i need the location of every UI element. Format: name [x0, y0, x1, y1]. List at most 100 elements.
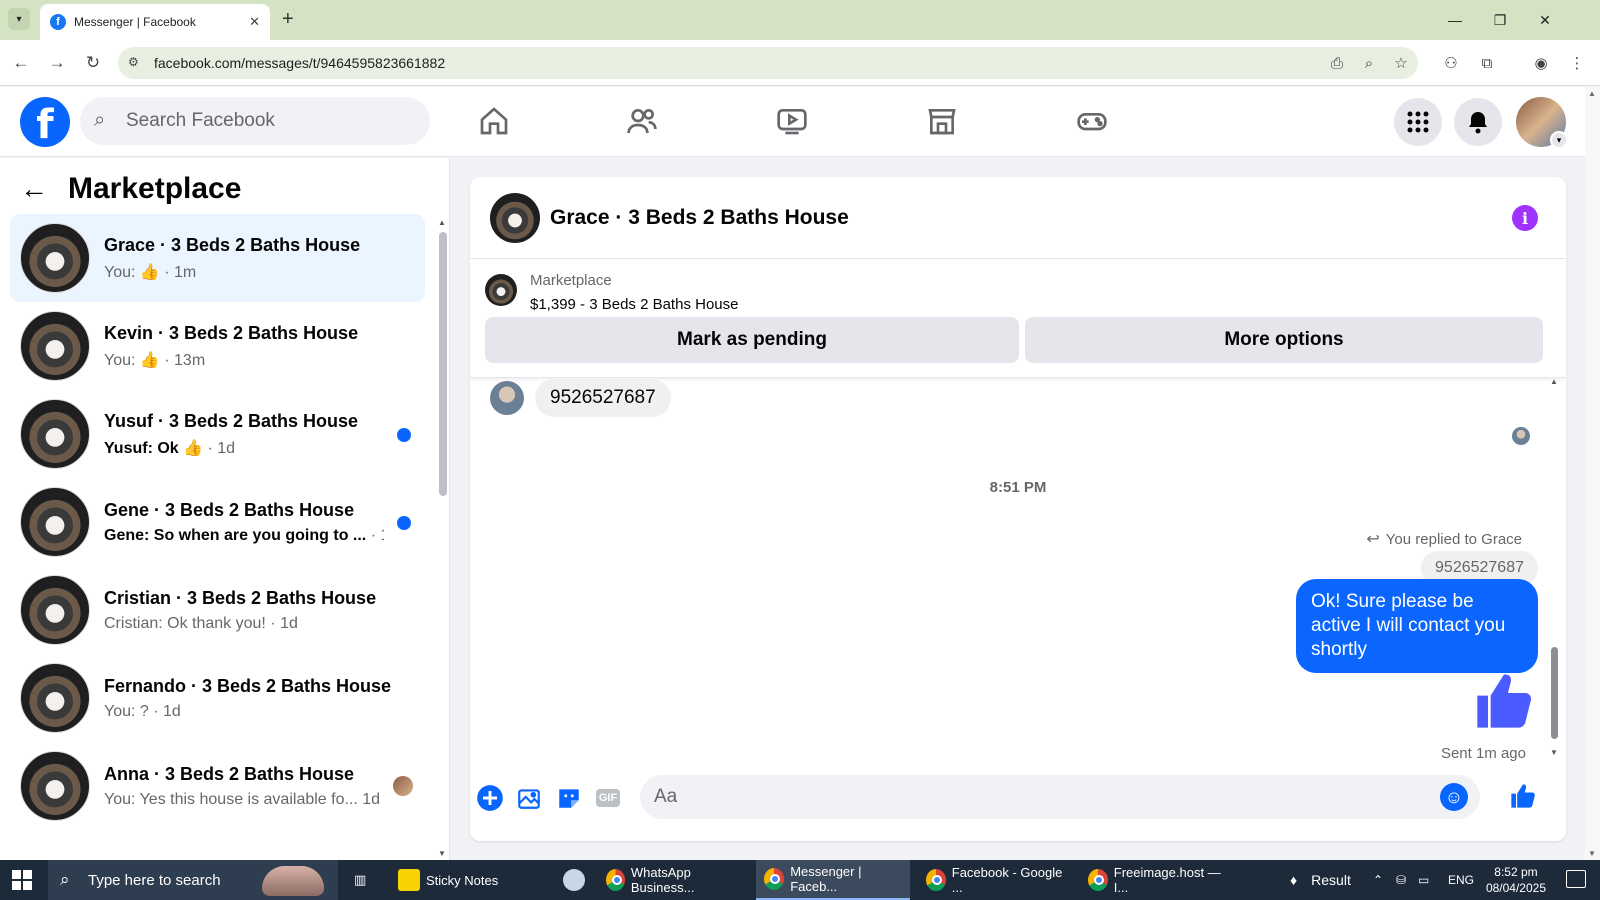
profile-icon[interactable]: ◉: [1530, 52, 1552, 74]
notification-center-icon[interactable]: [1566, 870, 1586, 888]
mark-as-pending-button[interactable]: Mark as pending: [485, 317, 1019, 363]
incoming-message[interactable]: 9526527687: [535, 379, 671, 417]
sticker-icon[interactable]: [554, 783, 584, 813]
photo-gallery-icon[interactable]: [514, 783, 544, 813]
friends-icon[interactable]: [620, 101, 664, 141]
taskbar-app-label: Messenger | Faceb...: [790, 864, 862, 894]
notifications-bell-icon[interactable]: [1454, 98, 1502, 146]
taskbar-app-label: Sticky Notes: [426, 872, 499, 888]
close-window-icon[interactable]: ✕: [1525, 6, 1565, 34]
extension-robot-icon[interactable]: ⚇: [1440, 52, 1462, 74]
restore-window-icon[interactable]: ❐: [1480, 6, 1520, 34]
chat-scrollbar[interactable]: ▲ ▼: [1550, 377, 1560, 757]
scrollbar-thumb[interactable]: [439, 232, 447, 496]
page-scrollbar[interactable]: ▲ ▼: [1585, 87, 1600, 860]
browser-tab-messenger[interactable]: f Messenger | Facebook ✕: [40, 4, 270, 40]
avatar: [20, 663, 90, 733]
reload-icon[interactable]: ↻: [82, 52, 104, 74]
thumbs-up-sticker-icon[interactable]: [1472, 669, 1536, 733]
back-arrow-icon[interactable]: ←: [20, 173, 48, 205]
account-avatar[interactable]: ▾: [1516, 97, 1568, 149]
conversation-item-gene[interactable]: Gene · 3 Beds 2 Baths House Gene: So whe…: [10, 478, 425, 566]
minimize-window-icon[interactable]: —: [1435, 6, 1475, 34]
forward-arrow-icon[interactable]: →: [46, 52, 68, 74]
listing-title[interactable]: $1,399 - 3 Beds 2 Baths House: [530, 296, 738, 313]
windows-start-icon[interactable]: [12, 870, 32, 890]
conversation-item-yusuf[interactable]: Yusuf · 3 Beds 2 Baths House Yusuf: Ok 👍…: [10, 390, 425, 478]
scroll-down-arrow-icon[interactable]: ▼: [1588, 849, 1596, 858]
seen-avatar: [1512, 427, 1530, 445]
gaming-controller-icon[interactable]: [1070, 101, 1114, 141]
emoji-icon[interactable]: ☺: [1440, 783, 1468, 811]
language-indicator[interactable]: ENG: [1448, 860, 1474, 900]
facebook-favicon-icon: f: [50, 14, 66, 30]
tab-search-icon[interactable]: ▾: [8, 8, 30, 30]
new-tab-icon[interactable]: +: [282, 8, 294, 30]
conversation-item-cristian[interactable]: Cristian · 3 Beds 2 Baths House Cristian…: [10, 566, 425, 654]
taskbar-app-messenger[interactable]: Messenger | Faceb...: [756, 860, 910, 900]
facebook-search-input[interactable]: ⌕ Search Facebook: [80, 97, 430, 145]
install-app-icon[interactable]: ⎙: [1326, 52, 1348, 74]
conversation-name: Gene · 3 Beds 2 Baths House: [104, 499, 355, 520]
send-like-icon[interactable]: [1508, 781, 1538, 811]
taskbar-app-freeimage[interactable]: Freeimage.host — I...: [1080, 860, 1234, 900]
menu-kebab-icon[interactable]: ⋮: [1566, 52, 1588, 74]
listing-card: Marketplace $1,399 - 3 Beds 2 Baths Hous…: [470, 260, 1566, 378]
outgoing-message[interactable]: Ok! Sure please be active I will contact…: [1296, 579, 1538, 673]
close-tab-icon[interactable]: ✕: [249, 14, 260, 30]
taskbar-clock[interactable]: 8:52 pm 08/04/2025: [1486, 864, 1546, 896]
taskbar-app-facebook-chrome[interactable]: Facebook - Google ...: [918, 860, 1072, 900]
unread-dot-icon: [397, 428, 411, 442]
scroll-up-arrow-icon[interactable]: ▲: [1588, 89, 1596, 98]
conversation-item-grace[interactable]: Grace · 3 Beds 2 Baths House You: 👍 · 1m: [10, 214, 425, 302]
gif-icon[interactable]: GIF: [593, 783, 623, 813]
bookmark-star-icon[interactable]: ☆: [1390, 52, 1412, 74]
plus-actions-icon[interactable]: [475, 783, 505, 813]
taskbar-app-paint[interactable]: [555, 860, 599, 900]
site-info-icon[interactable]: ⚙: [128, 55, 144, 71]
marketplace-store-icon[interactable]: [920, 101, 964, 141]
battery-icon[interactable]: ▭: [1418, 860, 1429, 900]
conversation-item-fernando[interactable]: Fernando · 3 Beds 2 Baths House You: ? ·…: [10, 654, 425, 742]
result-label: Result: [1311, 872, 1351, 888]
news-result-widget[interactable]: ♦ Result: [1290, 860, 1351, 900]
scroll-up-arrow-icon[interactable]: ▲: [1550, 377, 1558, 386]
video-watch-icon[interactable]: [770, 101, 814, 141]
listing-thumbnail[interactable]: [485, 274, 517, 306]
taskbar-app-whatsapp[interactable]: WhatsApp Business...: [598, 860, 748, 900]
chrome-icon: [1088, 869, 1108, 891]
zoom-icon[interactable]: ⌕: [1358, 52, 1380, 74]
home-icon[interactable]: [472, 101, 516, 141]
task-view-icon[interactable]: ▥: [346, 860, 374, 900]
chrome-icon: [606, 869, 625, 891]
scroll-up-arrow-icon[interactable]: ▲: [438, 218, 446, 227]
sent-status: Sent 1m ago: [1440, 745, 1526, 762]
avatar[interactable]: [490, 192, 540, 243]
scroll-down-arrow-icon[interactable]: ▼: [1550, 748, 1558, 757]
back-arrow-icon[interactable]: ←: [10, 52, 32, 74]
info-icon[interactable]: i: [1512, 205, 1538, 231]
taskbar-app-label: WhatsApp Business...: [630, 865, 695, 895]
extensions-puzzle-icon[interactable]: ⧉: [1476, 52, 1498, 74]
reply-arrow-icon: ↩: [1366, 531, 1380, 548]
network-icon[interactable]: ⛁: [1396, 860, 1406, 900]
avatar: [20, 751, 90, 821]
taskbar-search-placeholder: Type here to search: [88, 871, 221, 889]
address-bar[interactable]: ⚙ facebook.com/messages/t/94645958236618…: [118, 47, 1418, 79]
system-tray-chevron-icon[interactable]: ⌃: [1373, 860, 1383, 900]
scroll-down-arrow-icon[interactable]: ▼: [438, 849, 446, 858]
taskbar-search-input[interactable]: ⌕ Type here to search: [48, 860, 338, 900]
conversation-item-kevin[interactable]: Kevin · 3 Beds 2 Baths House You: 👍 · 13…: [10, 302, 425, 390]
message-input[interactable]: Aa ☺: [640, 775, 1480, 819]
scrollbar-thumb[interactable]: [1551, 647, 1558, 739]
sports-icon: ♦: [1290, 872, 1298, 888]
sidebar-scrollbar[interactable]: ▲ ▼: [438, 218, 448, 858]
taskbar-app-sticky-notes[interactable]: Sticky Notes: [390, 860, 506, 900]
facebook-logo-icon[interactable]: f: [20, 97, 70, 147]
menu-grid-icon[interactable]: [1394, 98, 1442, 146]
chat-title[interactable]: Grace · 3 Beds 2 Baths House: [550, 206, 849, 230]
more-options-button[interactable]: More options: [1025, 317, 1543, 363]
paint-icon: [563, 869, 585, 891]
avatar: [20, 575, 90, 645]
conversation-item-anna[interactable]: Anna · 3 Beds 2 Baths House You: Yes thi…: [10, 742, 425, 830]
